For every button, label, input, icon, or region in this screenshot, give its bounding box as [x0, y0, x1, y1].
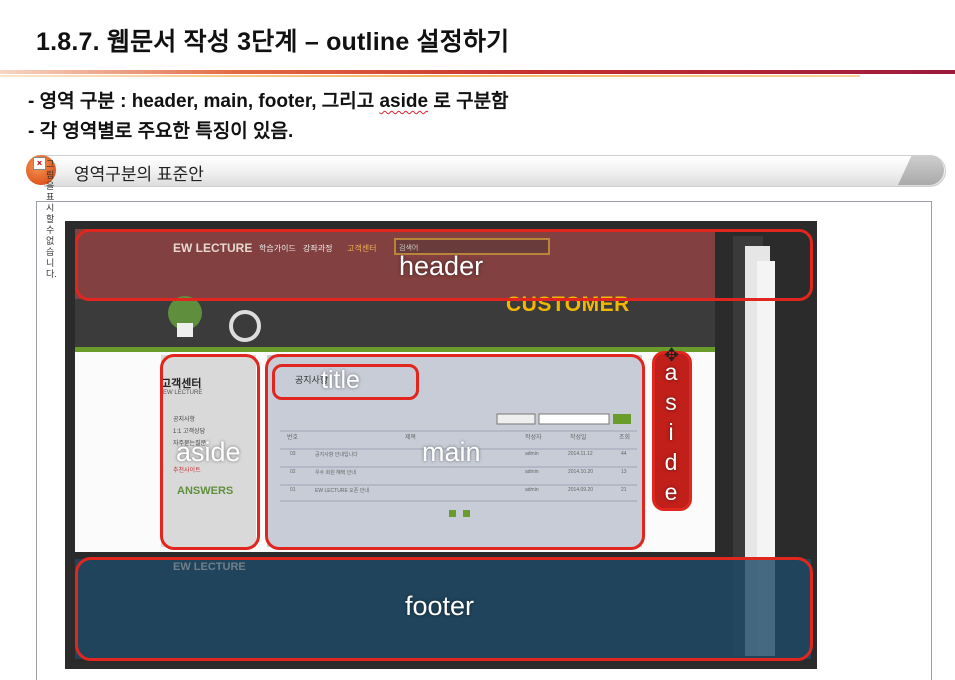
broken-image-placeholder: × 그림을표시할수없습니다. [28, 155, 57, 305]
section-banner: 영역구분의 표준안 [26, 154, 946, 187]
spellcheck-word: aside [379, 91, 429, 112]
divider-thick [0, 70, 955, 74]
bullet-text: 각 영역별로 주요한 특징이 있음. [39, 121, 294, 142]
page-title: 1.8.7. 웹문서 작성 3단계 – outline 설정하기 [36, 28, 510, 56]
title-label: title [321, 366, 360, 394]
bullet-dash: - [28, 91, 40, 112]
broken-image-icon: × [33, 157, 46, 170]
broken-image-text: 그림을표시할수없습니다. [46, 159, 57, 279]
footer-label: footer [405, 591, 475, 621]
bullet-dash: - [28, 121, 40, 142]
header-label: header [399, 251, 484, 281]
title-divider [0, 70, 955, 78]
bullet-text: 영역 구분 : header, main, footer, 그리고 [39, 91, 380, 112]
divider-thin [0, 75, 860, 77]
bullet-item-2: - 각 영역별로 주요한 특징이 있음. [28, 116, 293, 143]
aside-left-label: aside [176, 437, 241, 467]
site-green-line [75, 347, 715, 352]
bullet-text-tail: 로 구분함 [428, 91, 509, 112]
aside-right-label: aside [664, 359, 678, 505]
banner-label: 영역구분의 표준안 [74, 165, 204, 184]
main-label: main [422, 437, 481, 467]
plant-pot [177, 323, 193, 337]
bullet-item-1: - 영역 구분 : header, main, footer, 그리고 asid… [28, 86, 509, 113]
website-layout-screenshot: EW LECTURE 학습가이드 강좌과정 고객센터 검색어 CUSTOMER … [65, 221, 817, 669]
move-cursor-icon: ✥ [664, 345, 680, 365]
